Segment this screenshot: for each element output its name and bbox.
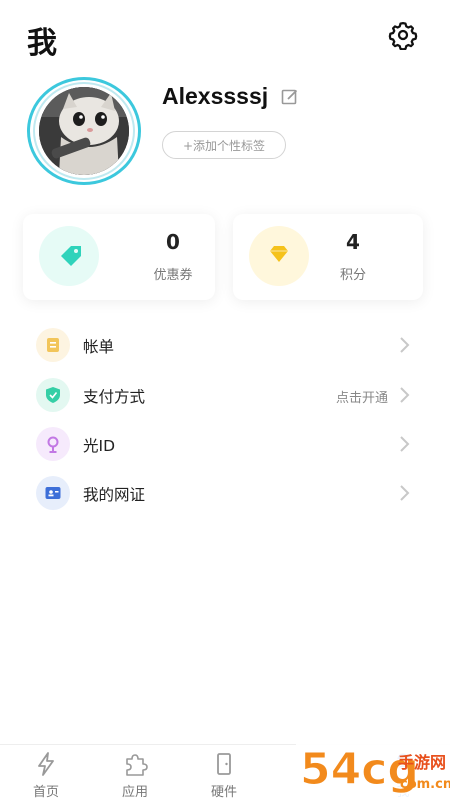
- shield-icon: [36, 378, 70, 412]
- chevron-right-icon: [400, 485, 410, 501]
- avatar[interactable]: [25, 77, 151, 189]
- menu-item-bills[interactable]: 帐单: [0, 322, 450, 368]
- edit-icon[interactable]: [281, 88, 299, 106]
- points-card[interactable]: 4 积分: [233, 214, 423, 300]
- lightning-icon: [38, 752, 54, 776]
- tab-label: 首页: [32, 785, 59, 800]
- tab-apps[interactable]: 应用: [105, 745, 165, 801]
- tab-label: 硬件: [210, 785, 237, 800]
- chevron-right-icon: [400, 436, 410, 452]
- payment-status: 点击开通: [335, 391, 388, 406]
- tab-label: 应用: [121, 785, 148, 800]
- points-count: 4: [346, 230, 360, 254]
- gear-icon[interactable]: [388, 20, 418, 50]
- watermark-logo: 54cg 手游网 com.cn: [296, 732, 450, 800]
- header: 我: [0, 0, 450, 75]
- points-icon-bg: [249, 226, 309, 286]
- id-card-icon: [36, 476, 70, 510]
- menu-item-network-id[interactable]: 我的网证: [0, 470, 450, 516]
- svg-text:com.cn: com.cn: [400, 777, 450, 792]
- avatar-image: [39, 87, 129, 175]
- coupon-label: 优惠券: [153, 268, 193, 283]
- menu-item-payment[interactable]: 支付方式 点击开通: [0, 372, 450, 418]
- svg-text:手游网: 手游网: [398, 753, 446, 772]
- door-icon: [217, 753, 231, 775]
- username: Alexssssj: [162, 83, 269, 109]
- coupon-card[interactable]: 0 优惠券: [23, 214, 215, 300]
- menu-label: 帐单: [83, 338, 115, 356]
- chevron-right-icon: [400, 337, 410, 353]
- page-title: 我: [27, 26, 57, 61]
- coupon-icon-bg: [39, 226, 99, 286]
- menu-label: 我的网证: [83, 486, 146, 504]
- location-pin-icon: [36, 427, 70, 461]
- add-tag-button[interactable]: +添加个性标签: [162, 131, 286, 159]
- bill-icon: [36, 328, 70, 362]
- points-label: 积分: [339, 268, 366, 283]
- tab-hardware[interactable]: 硬件: [194, 745, 254, 801]
- tag-icon: [61, 246, 81, 266]
- coupon-count: 0: [166, 230, 180, 254]
- menu-label: 支付方式: [83, 388, 146, 406]
- menu-item-guang-id[interactable]: 光ID: [0, 421, 450, 467]
- puzzle-icon: [126, 754, 148, 776]
- tab-home[interactable]: 首页: [16, 745, 76, 801]
- menu-label: 光ID: [83, 437, 116, 455]
- diamond-icon: [270, 246, 288, 262]
- chevron-right-icon: [400, 387, 410, 403]
